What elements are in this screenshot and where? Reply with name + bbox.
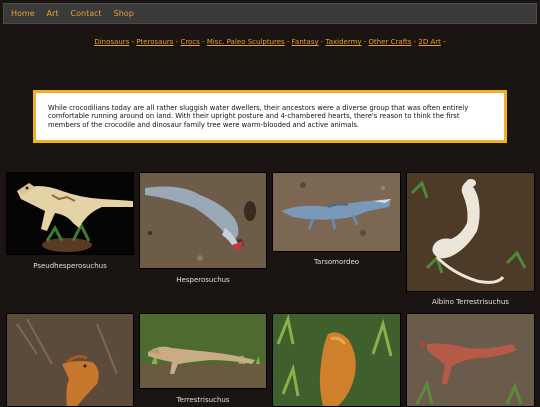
top-nav: Home Art Contact Shop (3, 3, 537, 24)
gallery-caption: Terrestrisuchus (176, 396, 230, 404)
separator: - (199, 38, 207, 46)
gallery-caption: Hesperosuchus (176, 276, 230, 284)
gallery-item[interactable]: Tarsomordeo (272, 172, 401, 272)
gallery-item[interactable] (406, 313, 535, 407)
nav-art[interactable]: Art (47, 9, 59, 18)
separator: - (440, 38, 446, 46)
gallery-photo-row2-3[interactable] (272, 313, 401, 407)
gallery-caption: Tarsomordeo (313, 258, 360, 266)
intro-box: While crocodilians today are all rather … (33, 90, 507, 143)
category-link-crocs[interactable]: Crocs (180, 38, 199, 46)
gallery-caption: Pseudhesperosuchus (33, 262, 107, 270)
nav-shop[interactable]: Shop (114, 9, 134, 18)
gallery-item[interactable]: Terrestrisuchus (139, 313, 267, 405)
gallery-photo-albino-terrestrisuchus[interactable] (406, 172, 535, 292)
category-nav: Dinosaurs - Pterosaurs - Crocs - Misc. P… (0, 38, 540, 46)
category-link-dinosaurs[interactable]: Dinosaurs (94, 38, 129, 46)
gallery-item[interactable]: Albino Terrestrisuchus (406, 172, 535, 308)
category-link-pterosaurs[interactable]: Pterosaurs (136, 38, 173, 46)
gallery-photo-row2-1[interactable] (6, 313, 134, 407)
separator: - (318, 38, 326, 46)
separator: - (284, 38, 292, 46)
gallery-photo-hesperosuchus[interactable] (139, 172, 267, 269)
nav-home[interactable]: Home (11, 9, 35, 18)
category-link-taxidermy[interactable]: Taxidermy (326, 38, 362, 46)
intro-text: While crocodilians today are all rather … (48, 104, 469, 129)
gallery-photo-tarsomordeo[interactable] (272, 172, 401, 252)
category-link-2d-art[interactable]: 2D Art (418, 38, 440, 46)
gallery-photo-row2-4[interactable] (406, 313, 535, 407)
category-link-misc-paleo[interactable]: Misc. Paleo Sculptures (207, 38, 285, 46)
gallery-item[interactable] (6, 313, 134, 407)
separator: - (361, 38, 369, 46)
gallery-item[interactable]: Hesperosuchus (139, 172, 267, 287)
gallery-item[interactable] (272, 313, 401, 407)
gallery-photo-pseudhesperosuchus[interactable] (6, 172, 134, 255)
gallery-caption: Albino Terrestrisuchus (432, 298, 509, 306)
category-link-other-crafts[interactable]: Other Crafts (369, 38, 412, 46)
gallery-item[interactable]: Pseudhesperosuchus (6, 172, 134, 272)
gallery-photo-terrestrisuchus[interactable] (139, 313, 267, 389)
nav-contact[interactable]: Contact (71, 9, 102, 18)
category-link-fantasy[interactable]: Fantasy (292, 38, 319, 46)
